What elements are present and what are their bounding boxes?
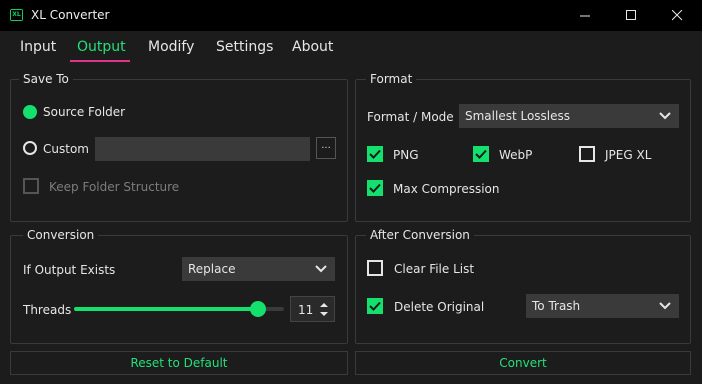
format-mode-value: Smallest Lossless <box>465 109 571 123</box>
webp-label[interactable]: WebP <box>499 147 532 163</box>
convert-button[interactable]: Convert <box>355 351 691 375</box>
after-conversion-group: After Conversion <box>355 228 691 344</box>
active-tab-indicator <box>70 60 130 62</box>
threads-slider-fill <box>74 307 260 311</box>
if-output-exists-select[interactable]: Replace <box>182 257 335 281</box>
source-folder-radio[interactable] <box>23 105 37 119</box>
title-bar: XL XL Converter <box>0 0 702 31</box>
threads-label: Threads <box>23 303 72 317</box>
png-checkbox[interactable] <box>367 146 383 162</box>
app-logo-icon: XL <box>10 9 23 21</box>
close-icon <box>672 10 683 21</box>
png-label[interactable]: PNG <box>393 147 419 163</box>
delete-original-label[interactable]: Delete Original <box>394 299 484 315</box>
delete-mode-select[interactable]: To Trash <box>526 294 679 318</box>
minimize-icon <box>580 15 590 17</box>
max-compression-label[interactable]: Max Compression <box>393 181 500 197</box>
chevron-up-icon[interactable] <box>319 302 329 308</box>
checkmark-icon <box>369 183 381 193</box>
conversion-title: Conversion <box>23 228 99 242</box>
conversion-group: Conversion <box>10 228 348 344</box>
source-folder-label[interactable]: Source Folder <box>43 104 125 120</box>
after-conversion-title: After Conversion <box>366 228 474 242</box>
tab-about[interactable]: About <box>292 39 333 57</box>
checkmark-icon <box>369 149 381 159</box>
browse-button[interactable]: ... <box>316 137 336 159</box>
tab-settings[interactable]: Settings <box>216 39 273 57</box>
delete-mode-value: To Trash <box>532 299 581 313</box>
keep-folder-structure-label: Keep Folder Structure <box>49 180 180 194</box>
save-to-title: Save To <box>19 72 73 86</box>
keep-folder-structure-checkbox[interactable] <box>23 178 39 194</box>
format-mode-select[interactable]: Smallest Lossless <box>459 104 679 128</box>
threads-value: 11 <box>298 303 314 317</box>
chevron-down-icon <box>659 112 671 120</box>
clear-file-list-label[interactable]: Clear File List <box>394 261 474 277</box>
chevron-down-icon <box>315 265 327 273</box>
checkmark-icon <box>369 301 381 311</box>
jpeg-xl-checkbox[interactable] <box>579 146 595 162</box>
maximize-button[interactable] <box>609 0 655 31</box>
tab-bar: Input Output Modify Settings About <box>0 31 702 66</box>
custom-radio[interactable] <box>23 141 37 155</box>
app-logo-text: XL <box>11 10 22 20</box>
chevron-down-icon[interactable] <box>319 311 329 317</box>
clear-file-list-checkbox[interactable] <box>367 260 383 276</box>
tab-output[interactable]: Output <box>77 39 126 57</box>
window-title: XL Converter <box>31 8 110 22</box>
close-button[interactable] <box>655 0 701 31</box>
custom-label[interactable]: Custom <box>43 141 89 157</box>
minimize-button[interactable] <box>563 0 609 31</box>
chevron-down-icon <box>659 302 671 310</box>
checkmark-icon <box>475 149 487 159</box>
maximize-icon <box>626 10 636 20</box>
if-output-exists-label: If Output Exists <box>23 263 116 277</box>
max-compression-checkbox[interactable] <box>367 180 383 196</box>
tab-modify[interactable]: Modify <box>148 39 194 57</box>
reset-to-default-button[interactable]: Reset to Default <box>10 351 348 375</box>
format-title: Format <box>366 72 417 86</box>
threads-slider-handle[interactable] <box>250 301 266 317</box>
jpeg-xl-label[interactable]: JPEG XL <box>605 147 651 163</box>
custom-path-input[interactable] <box>95 137 310 161</box>
threads-spinbox[interactable]: 11 <box>290 296 335 322</box>
tab-input[interactable]: Input <box>20 39 56 57</box>
if-output-exists-value: Replace <box>188 262 236 276</box>
delete-original-checkbox[interactable] <box>367 298 383 314</box>
webp-checkbox[interactable] <box>473 146 489 162</box>
format-mode-label: Format / Mode <box>367 110 454 124</box>
